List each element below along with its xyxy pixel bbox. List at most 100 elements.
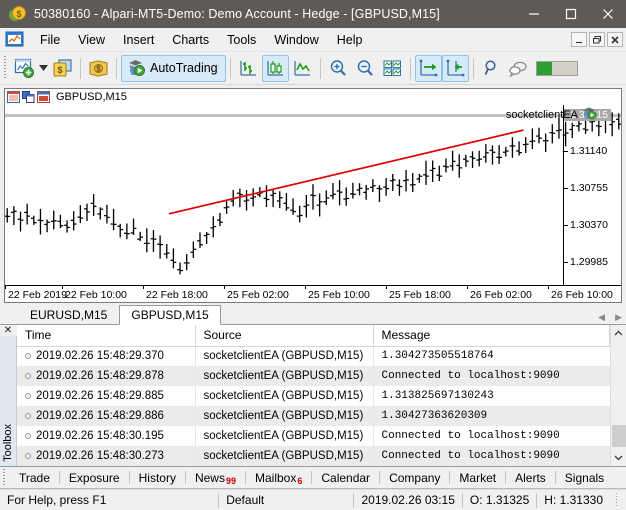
table-row[interactable]: 2019.02.26 15:48:29.878 socketclientEA (… [17, 366, 610, 386]
price-axis[interactable]: 1.31515 1.31140 1.30755 1.30370 1.29985 [563, 105, 621, 285]
zoom-in-icon[interactable] [325, 55, 352, 82]
log-scrollbar[interactable] [610, 325, 626, 466]
zoom-out-icon[interactable] [352, 55, 379, 82]
experts-log-area: Time Source Message 2019.02.26 15:48:29.… [17, 325, 610, 466]
window-title: 50380160 - Alpari-MT5-Demo: Demo Account… [34, 7, 440, 21]
status-bar: For Help, press F1 Default 2019.02.26 03… [0, 489, 626, 510]
chart-tab-gbpusd[interactable]: GBPUSD,M15 [119, 305, 221, 325]
tab-trade[interactable]: Trade [10, 467, 59, 489]
mdi-restore-icon[interactable] [589, 32, 605, 47]
menu-charts[interactable]: Charts [163, 29, 218, 51]
scrollbar-thumb[interactable] [611, 425, 626, 447]
resize-grip-icon[interactable] [610, 493, 624, 507]
tab-history[interactable]: History [130, 467, 185, 489]
chart-shift-icon[interactable] [441, 54, 469, 82]
log-bullet-icon [25, 412, 31, 419]
chart-restore-icon[interactable] [22, 91, 35, 103]
window-controls [515, 0, 626, 28]
log-message: 1.313825697130243 [373, 386, 610, 406]
mdi-close-icon[interactable] [607, 32, 623, 47]
log-source: socketclientEA (GBPUSD,M15) [195, 346, 374, 366]
expert-advisor-label: socketclientEA [506, 106, 597, 123]
svg-text:$: $ [96, 64, 101, 73]
auto-scroll-icon[interactable] [414, 54, 442, 82]
table-row[interactable]: 2019.02.26 15:48:30.195 socketclientEA (… [17, 426, 610, 446]
mdi-minimize-icon[interactable] [571, 32, 587, 47]
candlestick-chart-icon[interactable] [261, 54, 289, 82]
table-row[interactable]: 2019.02.26 15:48:29.885 socketclientEA (… [17, 386, 610, 406]
scrollbar-track[interactable] [611, 342, 626, 449]
toolbox-tab-bar: Trade Exposure History News 99 Mailbox 6 C… [0, 467, 626, 489]
autotrading-label: AutoTrading [150, 61, 218, 75]
column-header-time[interactable]: Time [17, 325, 196, 347]
log-time: 2019.02.26 15:48:30.195 [17, 426, 196, 446]
chat-icon[interactable] [505, 55, 532, 82]
autotrading-button[interactable]: AutoTrading [121, 54, 226, 82]
toolbox-panel: ✕ Toolbox Time Source Message 2019.02.26… [0, 325, 626, 467]
log-source: socketclientEA (GBPUSD,M15) [195, 426, 374, 446]
toolbox-tab-grip[interactable] [1, 468, 8, 487]
table-row[interactable]: 2019.02.26 15:48:30.273 socketclientEA (… [17, 446, 610, 466]
tab-exposure[interactable]: Exposure [60, 467, 129, 489]
menu-tools[interactable]: Tools [218, 29, 265, 51]
maximize-icon[interactable] [552, 0, 589, 28]
tab-next-icon[interactable]: ▶ [615, 313, 622, 322]
scroll-down-icon[interactable] [611, 449, 626, 466]
chart-window[interactable]: GBPUSD,M15 socketclientEA 1.31140 1.3075… [4, 88, 622, 303]
log-message: Connected to localhost:9090 [373, 366, 610, 386]
tile-windows-icon[interactable] [379, 55, 406, 82]
chart-plot[interactable]: socketclientEA 1.31140 1.30755 1.30370 1… [5, 105, 621, 285]
toolbar-separator [80, 57, 81, 79]
new-order-icon[interactable]: $ [49, 55, 76, 82]
new-chart-icon[interactable] [11, 55, 38, 82]
toolbox-close-icon[interactable]: ✕ [0, 325, 17, 336]
svg-text:$: $ [16, 9, 21, 19]
log-bullet-icon [25, 353, 31, 360]
table-row[interactable]: 2019.02.26 15:48:29.370 socketclientEA (… [17, 346, 610, 366]
toolbar-grip[interactable] [2, 56, 9, 80]
new-chart-dropdown-icon[interactable] [38, 55, 49, 82]
bar-chart-icon[interactable] [235, 55, 262, 82]
tab-alerts[interactable]: Alerts [506, 467, 555, 489]
tab-calendar[interactable]: Calendar [312, 467, 379, 489]
table-row[interactable]: 2019.02.26 15:48:29.886 socketclientEA (… [17, 406, 610, 426]
menu-insert[interactable]: Insert [114, 29, 163, 51]
column-header-source[interactable]: Source [195, 325, 374, 347]
tab-signals[interactable]: Signals [556, 467, 613, 489]
log-time: 2019.02.26 15:48:29.885 [17, 386, 196, 406]
data-folder-icon[interactable]: $ [85, 55, 112, 82]
time-axis[interactable]: 22 Feb 2019 22 Feb 10:00 22 Feb 18:00 25… [5, 285, 621, 302]
scroll-up-icon[interactable] [611, 325, 626, 342]
tab-company[interactable]: Company [380, 467, 449, 489]
menu-file[interactable]: File [31, 29, 69, 51]
tab-market[interactable]: Market [450, 467, 505, 489]
close-icon[interactable] [589, 0, 626, 28]
toolbar-separator [409, 57, 411, 79]
column-header-message[interactable]: Message [373, 325, 610, 347]
time-tick: 22 Feb 18:00 [143, 285, 208, 301]
line-chart-icon[interactable] [289, 55, 316, 82]
chart-tab-bar: EURUSD,M15 GBPUSD,M15 ◀ ▶ [0, 303, 626, 325]
tab-prev-icon[interactable]: ◀ [598, 313, 605, 322]
chart-tab-eurusd[interactable]: EURUSD,M15 [18, 304, 120, 324]
expert-advisor-name: socketclientEA [505, 108, 578, 121]
tab-news[interactable]: News 99 [186, 467, 245, 489]
chart-properties-icon[interactable] [7, 91, 20, 103]
toolbar-separator [116, 57, 117, 79]
menu-window[interactable]: Window [265, 29, 327, 51]
tab-mailbox[interactable]: Mailbox 6 [246, 467, 311, 489]
price-tick: 1.30370 [564, 219, 608, 231]
search-icon[interactable] [478, 55, 505, 82]
minimize-icon[interactable] [515, 0, 552, 28]
connection-progress-fill [536, 61, 552, 75]
time-tick: 25 Feb 18:00 [386, 285, 451, 301]
status-profile[interactable]: Default [219, 490, 353, 510]
menu-view[interactable]: View [69, 29, 114, 51]
log-bullet-icon [25, 452, 31, 459]
log-time: 2019.02.26 15:48:29.886 [17, 406, 196, 426]
menu-help[interactable]: Help [328, 29, 372, 51]
log-time: 2019.02.26 15:48:30.273 [17, 446, 196, 466]
title-bar: $ 50380160 - Alpari-MT5-Demo: Demo Accou… [0, 0, 626, 28]
chart-close-icon[interactable] [37, 91, 50, 103]
experts-log-table: Time Source Message 2019.02.26 15:48:29.… [17, 325, 610, 466]
